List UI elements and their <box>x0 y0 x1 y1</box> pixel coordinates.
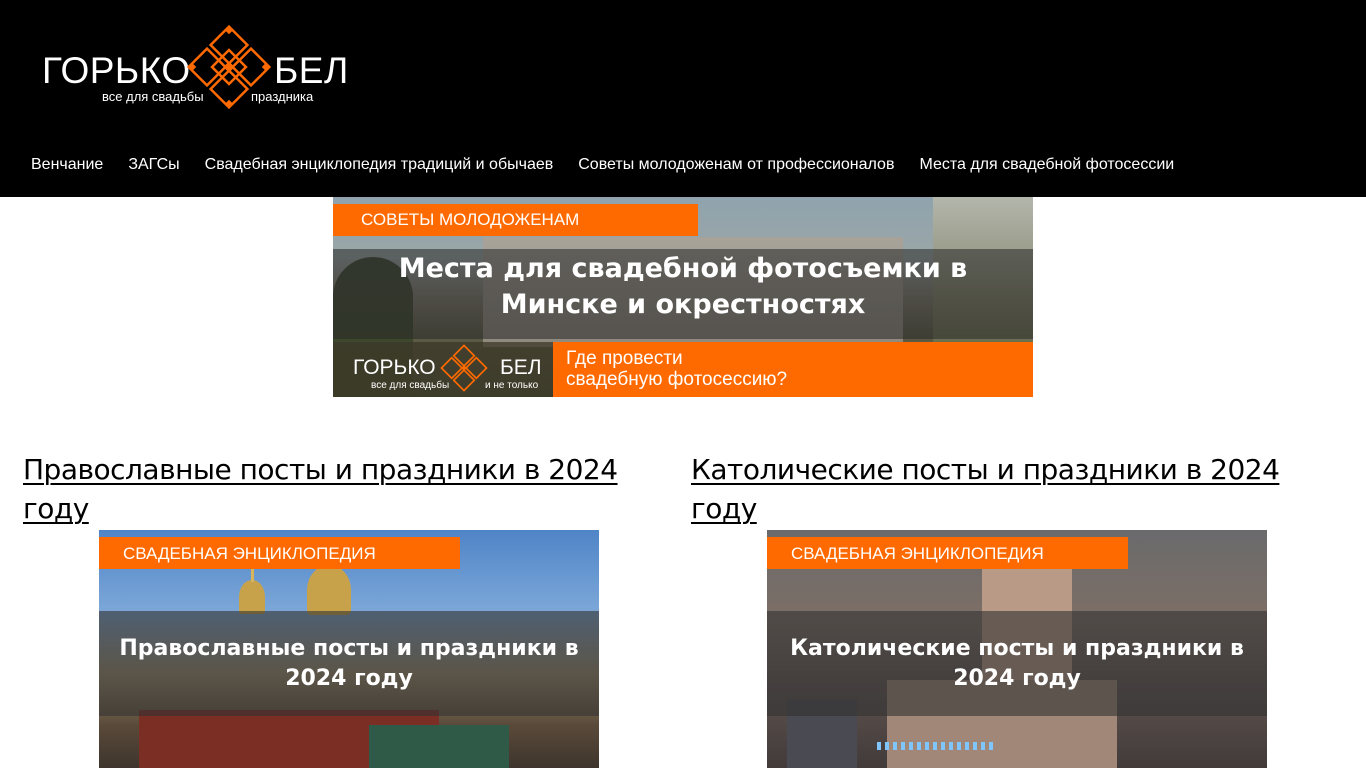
site-header: ГОРЬКО БЕЛ все для свадьбы праздника Вен… <box>0 0 1366 197</box>
article-card[interactable]: Свадебная энциклопедия Православные пост… <box>99 530 599 768</box>
main-nav: Венчание ЗАГСы Свадебная энциклопедия тр… <box>31 156 1174 174</box>
logo-word-left: ГОРЬКО <box>42 50 191 91</box>
site-logo[interactable]: ГОРЬКО БЕЛ все для свадьбы праздника <box>42 24 362 114</box>
card-category-tag: Свадебная энциклопедия <box>99 537 460 569</box>
banner-logo-word-right: БЕЛ <box>500 356 542 379</box>
card-category-tag: Свадебная энциклопедия <box>767 537 1128 569</box>
logo-tagline-left: все для свадьбы <box>102 89 204 104</box>
article-title-link[interactable]: Католические посты и праздники в 2024 го… <box>691 450 1331 528</box>
church-roof-image <box>369 725 509 768</box>
banner-cta-line: Где провести <box>566 348 683 369</box>
article-card[interactable]: Свадебная энциклопедия Католические пост… <box>767 530 1267 768</box>
card-title: Католические посты и праздники в 2024 го… <box>790 636 1244 691</box>
banner-cta-text: Где провести свадебную фотосессию? <box>566 348 866 390</box>
banner-category-tag: Советы молодоженам <box>333 204 698 236</box>
banner-title: Места для свадебной фотосъемки в Минске … <box>398 253 968 320</box>
nav-item-wedding-ceremony[interactable]: Венчание <box>31 156 103 174</box>
card-title: Православные посты и праздники в 2024 го… <box>119 636 579 691</box>
church-dome-image <box>239 580 265 614</box>
church-dome-image <box>307 565 351 615</box>
church-lights-image <box>877 742 997 750</box>
banner-cta-line: свадебную фотосессию? <box>566 369 788 390</box>
article-title-link[interactable]: Православные посты и праздники в 2024 го… <box>23 450 663 528</box>
nav-item-registry-offices[interactable]: ЗАГСы <box>128 156 179 174</box>
nav-item-encyclopedia[interactable]: Свадебная энциклопедия традиций и обычае… <box>205 156 554 174</box>
banner-logo-word-left: ГОРЬКО <box>353 356 436 379</box>
logo-tagline-right: праздника <box>251 89 314 104</box>
promo-banner[interactable]: Советы молодоженам Места для свадебной ф… <box>333 197 1033 397</box>
logo-word-right: БЕЛ <box>274 50 349 91</box>
article-orthodox: Православные посты и праздники в 2024 го… <box>23 450 663 768</box>
banner-logo-tagline-left: все для свадьбы <box>371 380 450 391</box>
banner-logo-tagline-right: и не только <box>485 380 539 391</box>
nav-item-advice[interactable]: Советы молодоженам от профессионалов <box>578 156 894 174</box>
article-catholic: Католические посты и праздники в 2024 го… <box>691 450 1331 768</box>
nav-item-photo-places[interactable]: Места для свадебной фотосессии <box>919 156 1174 174</box>
